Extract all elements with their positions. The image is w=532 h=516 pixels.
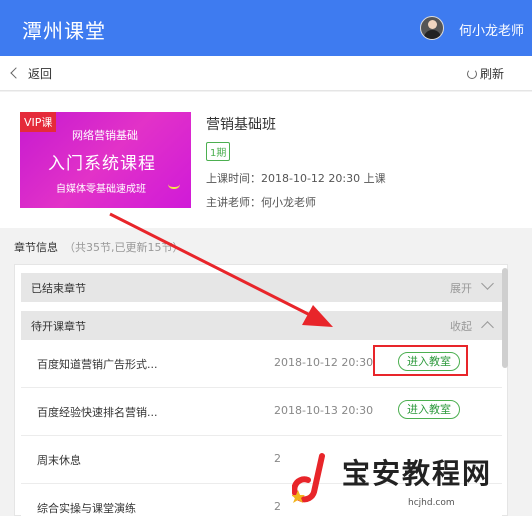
avatar-head-shape xyxy=(428,20,437,29)
scrollbar[interactable] xyxy=(502,268,508,368)
chapter-time: 2 xyxy=(274,500,281,513)
refresh-label: 刷新 xyxy=(479,67,504,81)
expand-toggle[interactable]: 展开 xyxy=(450,280,472,296)
refresh-button[interactable]: 刷新 xyxy=(466,65,504,82)
app-title: 潭州课堂 xyxy=(22,19,106,43)
course-card: VIP课 网络营销基础 入门系统课程 自媒体零基础速成班 营销基础班 1期 上课… xyxy=(0,92,532,228)
back-label: 返回 xyxy=(28,67,53,81)
cover-line-2: 入门系统课程 xyxy=(48,154,156,174)
group-finished-chapters[interactable]: 已结束章节 展开 xyxy=(21,273,502,302)
watermark-url: hcjhd.com xyxy=(408,498,455,508)
vip-badge: VIP课 xyxy=(20,112,57,132)
watermark: 宝安教程网 hcjhd.com xyxy=(292,446,532,516)
chapter-time: 2 xyxy=(274,452,281,465)
collapse-toggle[interactable]: 收起 xyxy=(450,318,472,334)
chevron-down-icon xyxy=(481,277,494,290)
period-badge: 1期 xyxy=(206,142,231,161)
group-upcoming-chapters[interactable]: 待开课章节 收起 xyxy=(21,311,502,340)
chapter-time: 2018-10-12 20:30 xyxy=(274,356,374,369)
cover-line-1: 网络营销基础 xyxy=(72,129,138,142)
chevron-up-icon xyxy=(481,321,494,334)
course-teacher: 主讲老师：何小龙老师 xyxy=(206,196,316,209)
back-button[interactable]: 返回 xyxy=(10,65,53,82)
chapter-info-label: 章节信息 xyxy=(14,241,58,254)
cover-line-3: 自媒体零基础速成班 xyxy=(56,184,146,195)
avatar-body-shape xyxy=(424,30,441,39)
swoosh-decoration xyxy=(168,184,180,189)
chapter-info-heading: 章节信息 （共35节,已更新15节） xyxy=(14,239,184,255)
watermark-logo-icon xyxy=(292,453,325,503)
watermark-text: 宝安教程网 xyxy=(342,457,493,490)
group-label: 待开课章节 xyxy=(31,320,86,333)
course-cover-image: VIP课 网络营销基础 入门系统课程 自媒体零基础速成班 xyxy=(20,112,191,208)
enter-classroom-button[interactable]: 进入教室 xyxy=(398,400,460,419)
chapter-name: 百度知道营销广告形式... xyxy=(37,358,158,371)
list-item[interactable]: 百度经验快速排名营销... 2018-10-13 20:30 进入教室 xyxy=(21,388,502,436)
course-name: 营销基础班 xyxy=(206,117,276,133)
chevron-left-icon xyxy=(10,67,22,79)
annotation-highlight-box xyxy=(373,345,468,376)
app-header: 潭州课堂 何小龙老师 xyxy=(0,0,532,56)
chapter-time: 2018-10-13 20:30 xyxy=(274,404,374,417)
course-start-time: 上课时间：2018-10-12 20:30 上课 xyxy=(206,172,386,185)
chapter-count-meta: （共35节,已更新15节） xyxy=(64,241,184,254)
user-name[interactable]: 何小龙老师 xyxy=(459,20,524,39)
group-label: 已结束章节 xyxy=(31,282,86,295)
chapter-name: 周末休息 xyxy=(37,454,81,467)
avatar[interactable] xyxy=(420,16,444,40)
refresh-icon xyxy=(466,69,477,79)
toolbar: 返回 刷新 xyxy=(0,56,532,91)
chapter-name: 百度经验快速排名营销... xyxy=(37,406,158,419)
chapter-name: 综合实操与课堂演练 xyxy=(37,502,136,515)
